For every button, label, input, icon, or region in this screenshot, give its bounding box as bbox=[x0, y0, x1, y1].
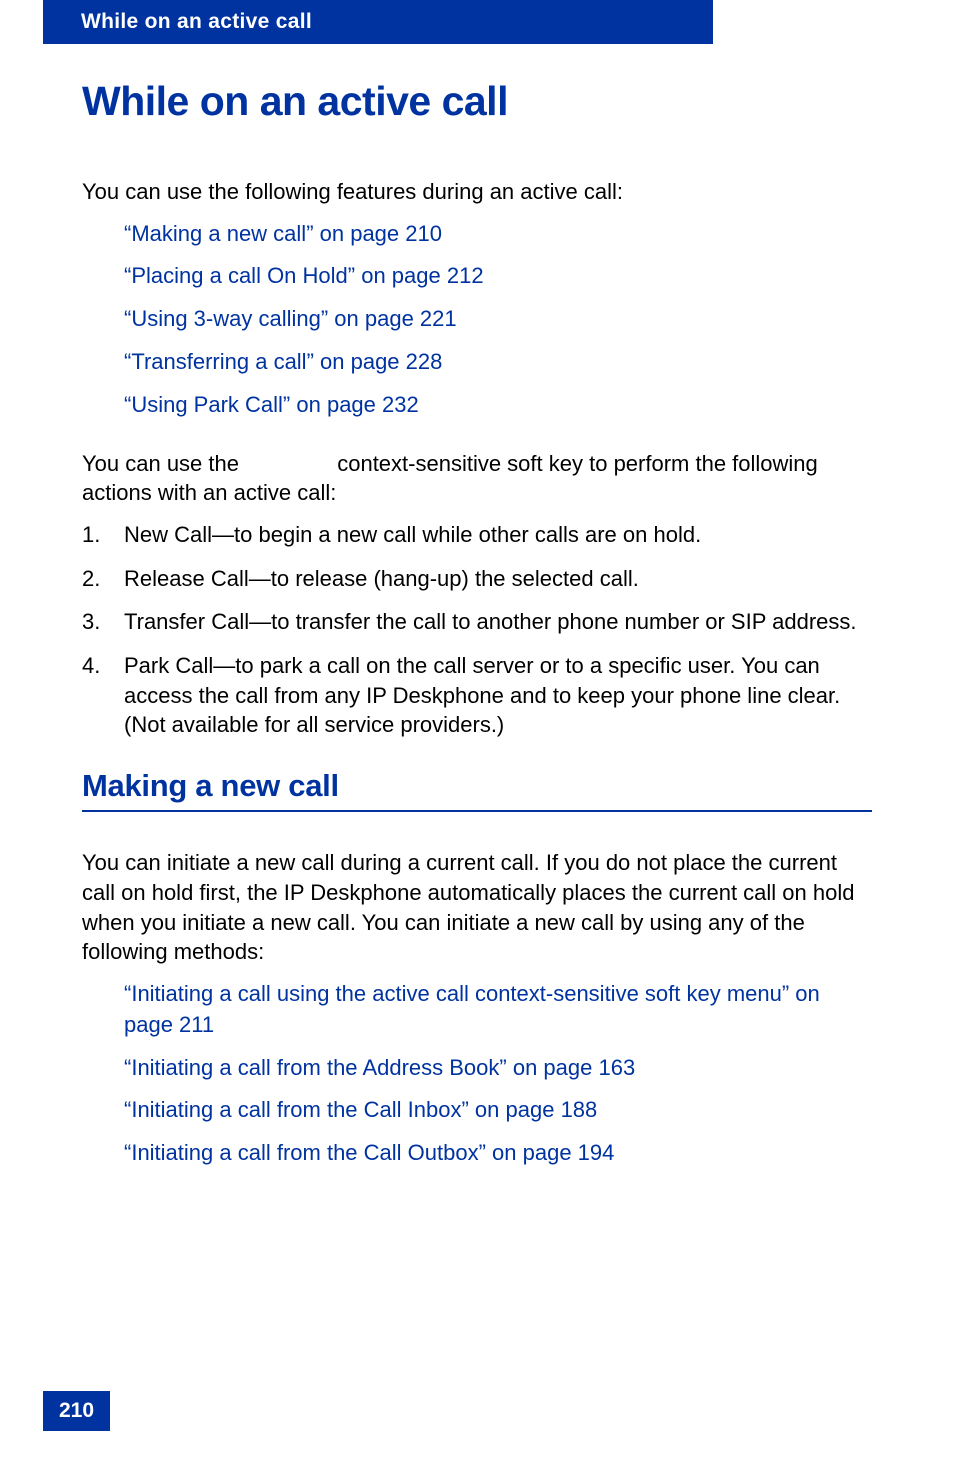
chapter-title: While on an active call bbox=[82, 78, 872, 125]
list-item: “Initiating a call from the Call Inbox” … bbox=[124, 1095, 872, 1126]
list-item: “Transferring a call” on page 228 bbox=[124, 347, 872, 378]
page-number: 210 bbox=[43, 1391, 110, 1431]
method-links-list: “Initiating a call using the active call… bbox=[82, 979, 872, 1169]
feature-links-list: “Making a new call” on page 210 “Placing… bbox=[82, 219, 872, 421]
link-initiate-call-outbox[interactable]: “Initiating a call from the Call Outbox”… bbox=[124, 1140, 614, 1165]
page-content: While on an active call You can use the … bbox=[0, 44, 954, 1169]
page-header: While on an active call bbox=[43, 0, 713, 44]
intro-paragraph: You can use the following features durin… bbox=[82, 177, 872, 207]
action-item-release-call: Release Call—to release (hang-up) the se… bbox=[82, 564, 872, 594]
link-3way-calling[interactable]: “Using 3-way calling” on page 221 bbox=[124, 306, 457, 331]
link-placing-on-hold[interactable]: “Placing a call On Hold” on page 212 bbox=[124, 263, 484, 288]
action-item-transfer-call: Transfer Call—to transfer the call to an… bbox=[82, 607, 872, 637]
link-making-new-call[interactable]: “Making a new call” on page 210 bbox=[124, 221, 442, 246]
softkey-paragraph: You can use the context-sensitive soft k… bbox=[82, 449, 872, 508]
link-initiate-call-inbox[interactable]: “Initiating a call from the Call Inbox” … bbox=[124, 1097, 597, 1122]
action-item-park-call: Park Call—to park a call on the call ser… bbox=[82, 651, 872, 740]
link-initiate-address-book[interactable]: “Initiating a call from the Address Book… bbox=[124, 1055, 635, 1080]
section-title: Making a new call bbox=[82, 768, 872, 812]
list-item: “Initiating a call using the active call… bbox=[124, 979, 872, 1041]
actions-list: New Call—to begin a new call while other… bbox=[82, 520, 872, 740]
running-header-text: While on an active call bbox=[81, 10, 312, 33]
document-page: While on an active call While on an acti… bbox=[0, 0, 954, 1475]
softkey-text-part1: You can use the bbox=[82, 451, 245, 476]
link-transferring-call[interactable]: “Transferring a call” on page 228 bbox=[124, 349, 442, 374]
link-park-call[interactable]: “Using Park Call” on page 232 bbox=[124, 392, 419, 417]
list-item: “Using Park Call” on page 232 bbox=[124, 390, 872, 421]
list-item: “Making a new call” on page 210 bbox=[124, 219, 872, 250]
list-item: “Initiating a call from the Call Outbox”… bbox=[124, 1138, 872, 1169]
list-item: “Using 3-way calling” on page 221 bbox=[124, 304, 872, 335]
action-item-new-call: New Call—to begin a new call while other… bbox=[82, 520, 872, 550]
list-item: “Placing a call On Hold” on page 212 bbox=[124, 261, 872, 292]
list-item: “Initiating a call from the Address Book… bbox=[124, 1053, 872, 1084]
page-footer: 210 bbox=[43, 1391, 110, 1431]
link-initiate-softkey-menu[interactable]: “Initiating a call using the active call… bbox=[124, 981, 820, 1037]
section-body: You can initiate a new call during a cur… bbox=[82, 848, 872, 967]
